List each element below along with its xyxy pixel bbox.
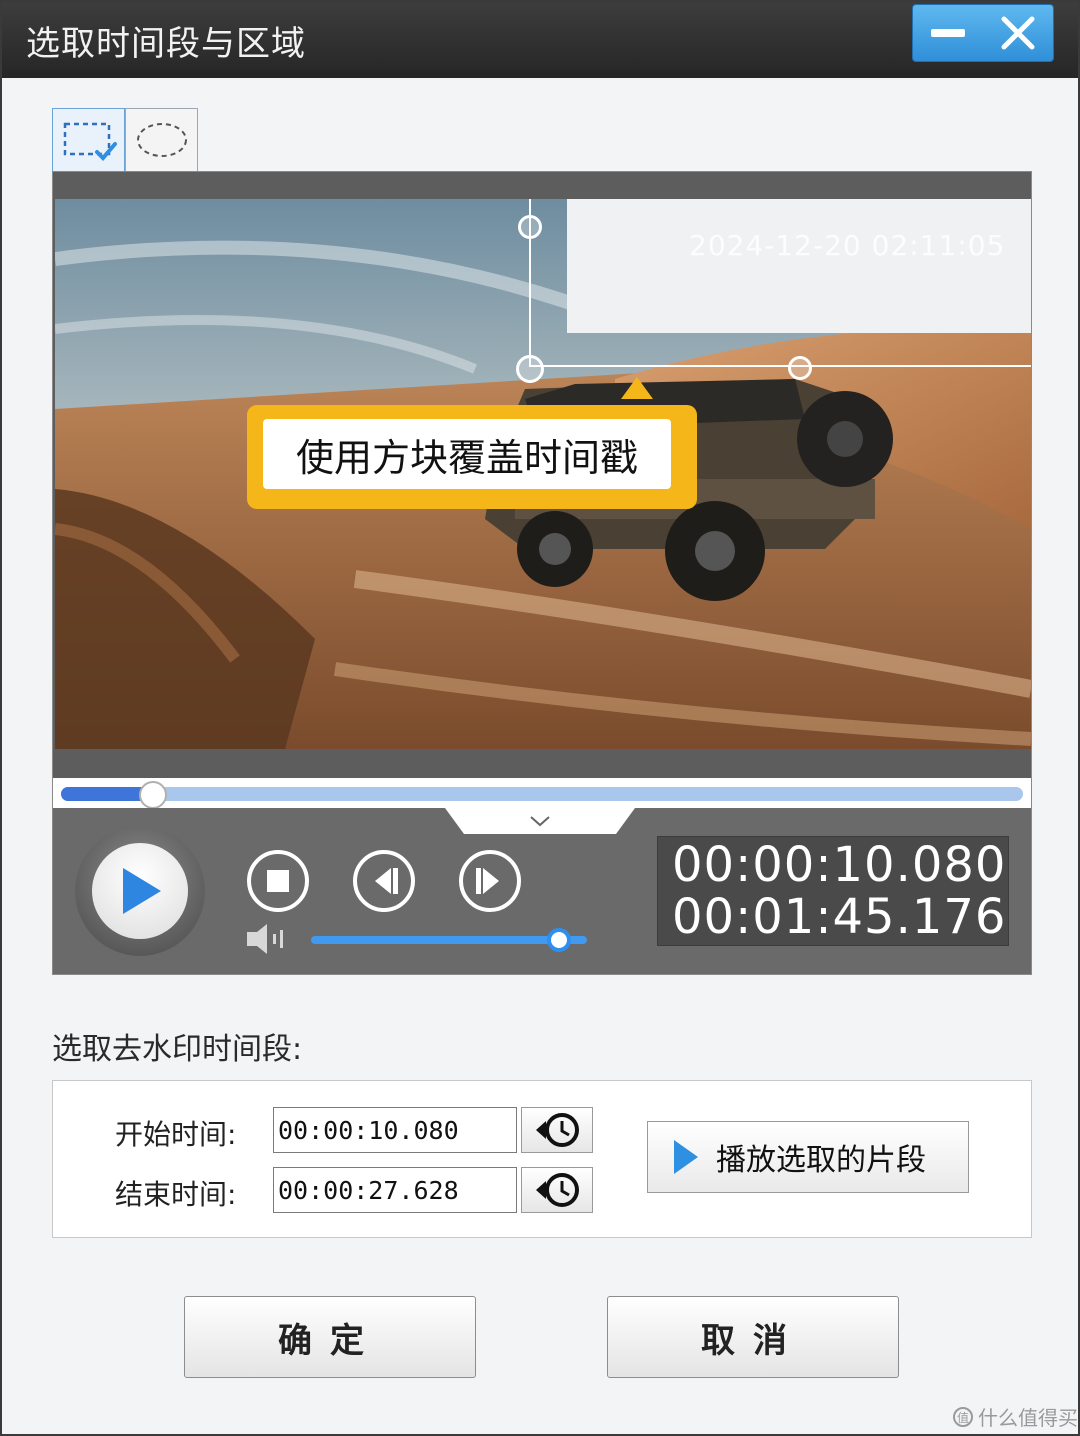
close-icon — [1001, 16, 1035, 50]
volume-icon[interactable] — [245, 922, 293, 956]
time-display: 00:00:10.080 00:01:45.176 — [657, 836, 1009, 946]
resize-handle-bottom-left[interactable] — [516, 355, 544, 383]
hint-tooltip: 使用方块覆盖时间戳 — [247, 405, 697, 509]
tooltip-arrow — [621, 377, 653, 399]
cancel-button[interactable]: 取消 — [607, 1296, 899, 1378]
hint-tooltip-text: 使用方块覆盖时间戳 — [263, 419, 671, 489]
volume-knob[interactable] — [547, 928, 571, 952]
stop-icon — [267, 870, 289, 892]
selection-rectangle[interactable] — [529, 199, 1031, 367]
watermark-logo-icon: 值 — [953, 1406, 973, 1427]
play-icon — [674, 1140, 698, 1174]
play-selection-button[interactable]: 播放选取的片段 — [647, 1121, 969, 1193]
window-title: 选取时间段与区域 — [26, 24, 306, 64]
set-end-time-button[interactable] — [521, 1167, 593, 1213]
play-icon — [123, 868, 161, 914]
history-icon — [536, 1113, 579, 1147]
volume-slider[interactable] — [311, 928, 587, 952]
end-time-label: 结束时间: — [115, 1178, 237, 1211]
play-button[interactable] — [75, 826, 205, 956]
minimize-button[interactable] — [913, 5, 983, 61]
progress-slider[interactable] — [61, 781, 1023, 809]
total-time: 00:01:45.176 — [672, 889, 1007, 945]
current-time: 00:00:10.080 — [672, 837, 1007, 893]
resize-handle-top-left[interactable] — [518, 215, 542, 239]
svg-text:值: 值 — [957, 1410, 969, 1425]
video-frame[interactable]: 2024-12-20 02:11:05 使用方块覆盖时间戳 — [55, 199, 1031, 749]
previous-frame-button[interactable] — [353, 850, 415, 912]
ellipse-select-icon — [136, 123, 187, 157]
history-icon — [536, 1173, 579, 1207]
playback-controls: 00:00:10.080 00:01:45.176 — [53, 808, 1031, 974]
title-bar[interactable]: 选取时间段与区域 — [2, 2, 1078, 78]
video-player: 2024-12-20 02:11:05 使用方块覆盖时间戳 00:00:10.0… — [52, 171, 1032, 975]
rectangle-select-tab[interactable] — [52, 108, 125, 172]
rectangle-select-icon — [63, 122, 117, 161]
previous-frame-icon — [375, 868, 398, 894]
site-watermark: 值 什么值得买 — [952, 1402, 1078, 1431]
window-controls — [912, 4, 1054, 62]
minimize-icon — [931, 29, 965, 37]
range-section-label: 选取去水印时间段: — [52, 1032, 303, 1067]
start-time-input[interactable] — [273, 1107, 517, 1153]
ok-button[interactable]: 确定 — [184, 1296, 476, 1378]
next-frame-icon — [476, 868, 499, 894]
chevron-down-icon — [530, 816, 550, 827]
start-time-label: 开始时间: — [115, 1118, 237, 1151]
ellipse-select-tab[interactable] — [125, 108, 198, 172]
end-time-input[interactable] — [273, 1167, 517, 1213]
dialog-window: 选取时间段与区域 2024-12-20 02:11:05 使用方块覆盖时间戳 0… — [0, 0, 1080, 1436]
collapse-toggle[interactable] — [445, 808, 635, 834]
progress-knob[interactable] — [139, 781, 167, 809]
set-start-time-button[interactable] — [521, 1107, 593, 1153]
resize-handle-bottom-middle[interactable] — [788, 356, 812, 380]
watermark-text: 什么值得买 — [978, 1406, 1078, 1430]
play-selection-label: 播放选取的片段 — [716, 1143, 926, 1178]
next-frame-button[interactable] — [459, 850, 521, 912]
progress-area — [53, 778, 1031, 809]
time-range-panel: 开始时间: 结束时间: 播放选取的片段 — [52, 1080, 1032, 1238]
play-button-face — [92, 843, 188, 939]
stop-button[interactable] — [247, 850, 309, 912]
close-button[interactable] — [983, 5, 1053, 61]
